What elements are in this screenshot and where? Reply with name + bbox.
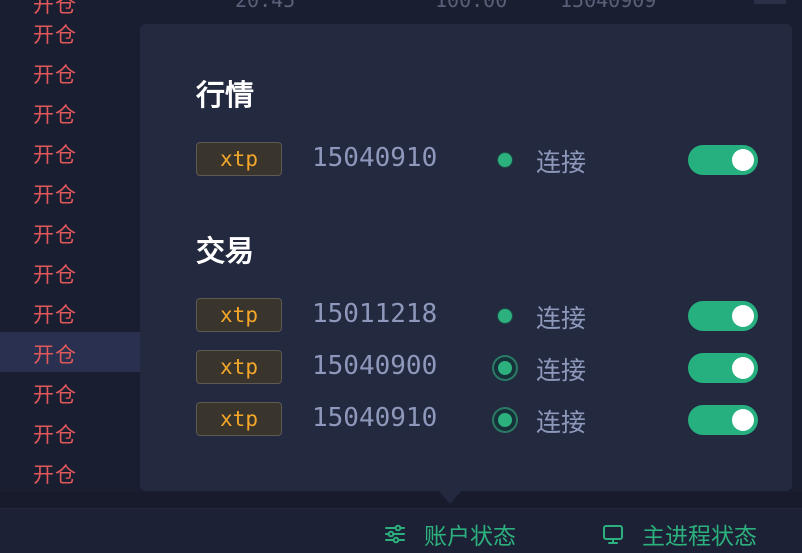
- source-tag: xtp: [196, 298, 282, 332]
- connection-status: 连接: [536, 408, 587, 437]
- market-section-title: 行情: [196, 78, 255, 112]
- connected-dot-icon: [498, 309, 512, 323]
- toggle-knob: [732, 357, 754, 379]
- account-id: 15040910: [312, 403, 438, 433]
- open-position-label: 开仓: [33, 223, 77, 247]
- open-position-label: 开仓: [33, 383, 77, 407]
- monitor-icon: [603, 525, 623, 544]
- popover-arrow: [438, 490, 462, 504]
- open-position-label: 开仓: [33, 423, 77, 447]
- market-row: xtp 15040910 连接: [196, 142, 758, 178]
- connection-toggle[interactable]: [688, 301, 758, 331]
- source-tag: xtp: [196, 402, 282, 436]
- source-tag: xtp: [196, 142, 282, 176]
- open-position-label: 开仓: [33, 23, 77, 47]
- trade-row: xtp 15011218 连接: [196, 298, 758, 334]
- source-tag: xtp: [196, 350, 282, 384]
- connected-dot-icon: [498, 153, 512, 167]
- account-status-popover: 行情 xtp 15040910 连接 交易 xtp 15011218 连接 xt…: [140, 24, 792, 491]
- toggle-knob: [732, 305, 754, 327]
- status-bar: 账户状态 主进程状态: [0, 508, 802, 553]
- trade-row: xtp 15040910 连接: [196, 402, 758, 438]
- account-status-label: 账户状态: [424, 524, 516, 550]
- account-status-button[interactable]: 账户状态: [384, 517, 516, 551]
- main-process-status-label: 主进程状态: [642, 524, 757, 550]
- trade-section-title: 交易: [196, 234, 255, 268]
- list-item[interactable]: 开仓: [0, 132, 160, 172]
- open-position-label: 开仓: [33, 303, 77, 327]
- connected-dot-icon: [498, 361, 512, 375]
- connection-toggle[interactable]: [688, 405, 758, 435]
- open-position-label: 开仓: [33, 463, 77, 487]
- price-fragment: 20.45: [235, 0, 296, 12]
- list-item[interactable]: 开仓: [0, 452, 160, 492]
- sliders-icon: [385, 524, 405, 544]
- open-position-label: 开仓: [33, 143, 77, 167]
- account-id: 15040900: [312, 351, 438, 381]
- list-item[interactable]: 开仓: [0, 52, 160, 92]
- connection-status: 连接: [536, 356, 587, 385]
- toggle-knob: [732, 149, 754, 171]
- toggle-knob: [732, 409, 754, 431]
- open-position-label: 开仓: [33, 103, 77, 127]
- account-fragment: 15040909: [560, 0, 657, 12]
- connection-toggle[interactable]: [688, 353, 758, 383]
- open-position-label: 开仓: [33, 263, 77, 287]
- scrollbar[interactable]: [754, 0, 786, 4]
- trade-row: xtp 15040900 连接: [196, 350, 758, 386]
- account-id: 15040910: [312, 143, 438, 173]
- list-item[interactable]: 开仓: [0, 292, 160, 332]
- connection-toggle[interactable]: [688, 145, 758, 175]
- account-id: 15011218: [312, 299, 438, 329]
- list-item[interactable]: 开仓: [0, 412, 160, 452]
- open-position-label: 开仓: [33, 343, 77, 367]
- list-item[interactable]: 开仓: [0, 372, 160, 412]
- list-item[interactable]: 开仓: [0, 252, 160, 292]
- open-position-label: 开仓: [33, 183, 77, 207]
- volume-fragment: 100.00: [435, 0, 508, 12]
- main-process-status-button[interactable]: 主进程状态: [602, 517, 757, 551]
- list-item[interactable]: 开仓: [0, 92, 160, 132]
- connected-dot-icon: [498, 413, 512, 427]
- open-position-label: 开仓: [33, 63, 77, 87]
- list-item[interactable]: 开仓: [0, 172, 160, 212]
- list-item[interactable]: 开仓: [0, 12, 160, 52]
- list-item[interactable]: 开仓: [0, 212, 160, 252]
- connection-status: 连接: [536, 304, 587, 333]
- connection-status: 连接: [536, 148, 587, 177]
